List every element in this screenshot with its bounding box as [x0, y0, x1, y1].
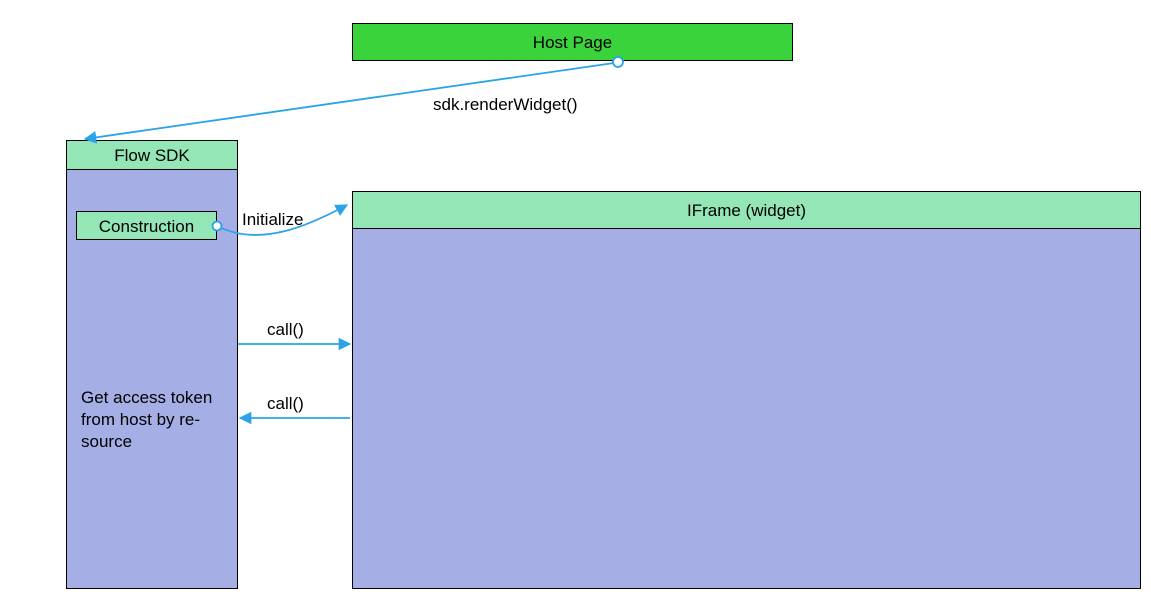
flow-sdk-block: Flow SDK	[66, 140, 238, 589]
arrow-label-call-to-iframe: call()	[267, 320, 304, 340]
host-page-title: Host Page	[533, 33, 612, 52]
sdk-note-text: Get access token from host by re-source	[81, 387, 226, 453]
arrow-label-initialize: Initialize	[242, 210, 303, 230]
host-page-header: Host Page	[352, 23, 793, 61]
construction-label: Construction	[99, 217, 194, 236]
flow-sdk-header: Flow SDK	[67, 141, 237, 170]
arrow-label-call-to-sdk: call()	[267, 394, 304, 414]
iframe-widget-title: IFrame (widget)	[687, 201, 806, 220]
construction-block: Construction	[76, 211, 217, 240]
arrow-label-render: sdk.renderWidget()	[433, 95, 578, 115]
flow-sdk-title: Flow SDK	[114, 146, 190, 165]
iframe-widget-header: IFrame (widget)	[353, 192, 1140, 229]
iframe-widget-block: IFrame (widget)	[352, 191, 1141, 589]
